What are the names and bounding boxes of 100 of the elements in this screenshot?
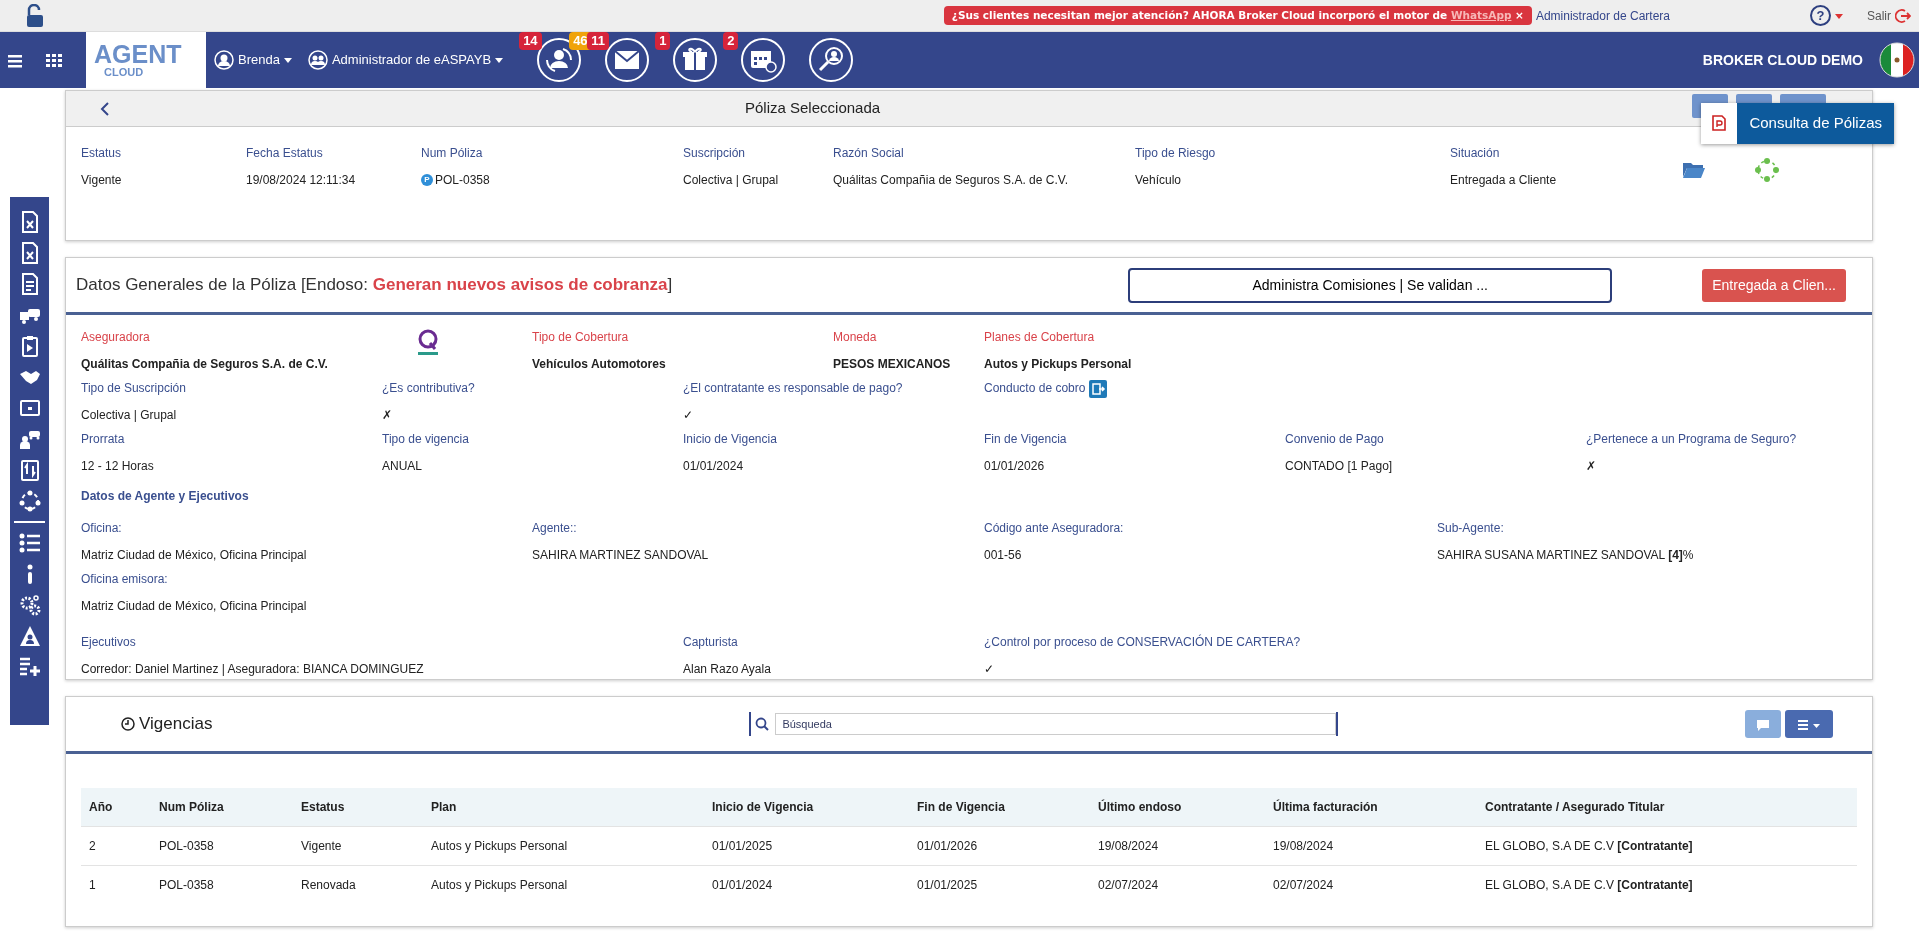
folder-icon[interactable]: [1682, 160, 1706, 179]
table-cell: Renovada: [293, 865, 423, 904]
section-heading: Datos de Agente y Ejecutivos: [81, 488, 250, 505]
field-label: Sub-Agente:: [1437, 520, 1505, 537]
table-cell: 01/01/2026: [909, 826, 1090, 866]
company-name: BROKER CLOUD DEMO: [1702, 50, 1863, 70]
count-badge: 11: [587, 32, 609, 50]
warning-person-icon[interactable]: [18, 625, 41, 647]
screen-icon[interactable]: [18, 397, 41, 419]
field-value: ✓: [683, 407, 694, 424]
table-cell: Autos y Pickups Personal: [423, 826, 704, 866]
field-label: Conducto de cobro: [984, 381, 1086, 395]
column-header: Plan: [423, 788, 704, 827]
apps-grid-icon[interactable]: [46, 53, 62, 68]
menu-caret-icon: [1796, 718, 1822, 731]
count-badge: 14: [519, 32, 542, 50]
caret-icon[interactable]: [495, 58, 504, 64]
field-value: Corredor: Daniel Martinez | Aseguradora: BIANCA DOMINGUEZ: [81, 661, 425, 678]
user-menu[interactable]: Brenda: [238, 50, 280, 70]
commissions-button[interactable]: Administra Comisiones | Se validan ...: [1128, 267, 1613, 303]
field-value: ANUAL: [382, 458, 423, 475]
table-cell: 01/01/2025: [909, 865, 1090, 904]
logout-icon: [1895, 8, 1911, 25]
gears-icon[interactable]: [18, 594, 41, 616]
field-value: POL-0358: [435, 172, 490, 189]
field-value: Colectiva | Grupal: [683, 172, 779, 189]
field-label: ¿Control por proceso de CONSERVACIÓN DE CARTERA?: [984, 633, 1302, 651]
gift-button[interactable]: [673, 38, 718, 82]
field-value: 12 - 12 Horas: [81, 458, 155, 475]
field-label: ¿El contratante es responsable de pago?: [683, 380, 904, 397]
table-cell: POL-0358: [151, 865, 293, 904]
field-label: Situación: [1450, 145, 1501, 162]
field-label: Planes de Cobertura: [984, 329, 1096, 346]
policy-badge: P: [421, 174, 433, 186]
person-car-icon[interactable]: [18, 428, 41, 450]
field-label: Convenio de Pago: [1285, 431, 1385, 448]
insurer-logo-icon: [416, 328, 440, 356]
field-label: Código ante Aseguradora:: [984, 520, 1125, 537]
field-label: Razón Social: [833, 145, 905, 162]
field-label: ¿Es contributiva?: [382, 380, 476, 397]
field-label: Inicio de Vigencia: [683, 431, 778, 448]
field-value: Entregada a Cliente: [1450, 172, 1557, 189]
field-value: Matriz Ciudad de México, Oficina Principal: [81, 598, 308, 615]
field-label: Capturista: [683, 634, 739, 651]
table-cell: 02/07/2024: [1090, 865, 1265, 904]
table-cell: 2: [81, 826, 151, 866]
mexico-flag-icon[interactable]: [1879, 42, 1915, 78]
field-value: Vehículo: [1135, 172, 1182, 189]
field-label: Tipo de Suscripción: [81, 380, 187, 397]
table-cell: 02/07/2024: [1265, 865, 1477, 904]
table-cell: POL-0358: [151, 826, 293, 866]
field-value: 01/01/2024: [683, 458, 745, 475]
people-cycle-icon[interactable]: [18, 490, 41, 512]
column-header: Estatus: [293, 788, 423, 827]
field-value: 19/08/2024 12:11:34: [246, 172, 356, 189]
payment-method-icon[interactable]: [1088, 379, 1107, 398]
field-label: Num Póliza: [421, 145, 484, 162]
field-label: Tipo de vigencia: [382, 431, 470, 448]
chat-icon: [1756, 718, 1770, 731]
field-label: Oficina:: [81, 520, 123, 537]
field-value: SAHIRA MARTINEZ SANDOVAL: [532, 547, 710, 564]
field-value: Quálitas Compañia de Seguros S.A. de C.V.: [81, 356, 329, 373]
column-header: Fin de Vigencia: [909, 788, 1090, 827]
caret-icon[interactable]: [283, 58, 292, 64]
options-menu-button[interactable]: [1785, 710, 1833, 738]
column-header: Inicio de Vigencia: [704, 788, 909, 827]
field-value: Quálitas Compañia de Seguros S.A. de C.V.: [833, 172, 1069, 189]
field-label: Moneda: [833, 329, 878, 346]
transfer-icon[interactable]: [18, 459, 41, 481]
count-badge: 1: [655, 32, 671, 50]
field-label: Tipo de Riesgo: [1135, 145, 1217, 162]
section-title: Vigencias: [139, 713, 213, 736]
group-icon: [307, 50, 328, 70]
calendar-clock-button[interactable]: [741, 38, 786, 82]
field-label: Estatus: [81, 145, 123, 162]
promo-banner[interactable]: ¿Sus clientes necesitan mejor atención? AHORA Broker Cloud incorporó el motor de WhatsApp ×: [943, 5, 1532, 26]
table-cell: 19/08/2024: [1090, 826, 1265, 866]
column-header: Último endoso: [1090, 788, 1265, 827]
user-search-button[interactable]: [809, 38, 854, 82]
field-value: 001-56: [984, 547, 1023, 564]
help-button[interactable]: ?: [1810, 5, 1831, 26]
back-chevron-icon[interactable]: [100, 102, 110, 117]
list-add-icon[interactable]: [18, 656, 41, 678]
logout-link[interactable]: Salir: [1867, 6, 1891, 25]
field-label: Oficina emisora:: [81, 571, 169, 588]
field-value: Autos y Pickups Personal: [984, 356, 1133, 373]
pdf-document-icon: [1712, 115, 1727, 132]
field-value: ✓: [984, 661, 995, 678]
field-label: Prorrata: [81, 431, 126, 448]
column-header: Última facturación: [1265, 788, 1477, 827]
status-button[interactable]: Entregada a Clien...: [1702, 268, 1846, 302]
role-menu[interactable]: Administrador de eASPAYB: [331, 50, 492, 70]
column-header: Año: [81, 788, 151, 827]
list-icon[interactable]: [18, 532, 41, 554]
caret-icon[interactable]: [1835, 13, 1843, 19]
menu-icon[interactable]: [8, 53, 22, 68]
portfolio-admin-link[interactable]: Administrador de Cartera: [1535, 6, 1670, 25]
field-value: ✗: [382, 407, 393, 424]
logo-wordmark: AGENT: [94, 42, 183, 67]
field-value: Vehículos Automotores: [532, 356, 667, 373]
